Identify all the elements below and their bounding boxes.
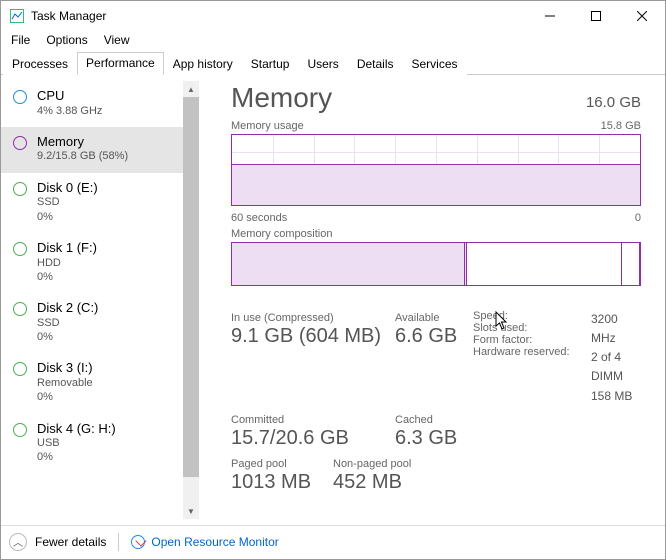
available-value: 6.6 GB xyxy=(395,324,473,348)
menu-file[interactable]: File xyxy=(11,33,30,47)
hwres-label: Hardware reserved: xyxy=(473,346,591,358)
sidebar-item-sub2: 0% xyxy=(37,210,98,224)
usage-label: Memory usage xyxy=(231,120,304,132)
committed-value: 15.7/20.6 GB xyxy=(231,426,395,450)
disk-icon xyxy=(13,423,27,437)
available-label: Available xyxy=(395,312,473,324)
memory-icon xyxy=(13,136,27,150)
sidebar-item-sub: 9.2/15.8 GB (58%) xyxy=(37,149,128,163)
total-memory: 16.0 GB xyxy=(586,94,641,111)
sidebar: CPU 4% 3.88 GHz Memory 9.2/15.8 GB (58%)… xyxy=(1,75,199,525)
sidebar-item-disk1[interactable]: Disk 1 (F:) HDD 0% xyxy=(1,233,183,293)
composition-label: Memory composition xyxy=(231,228,332,240)
sidebar-item-memory[interactable]: Memory 9.2/15.8 GB (58%) xyxy=(1,127,183,173)
menu-view[interactable]: View xyxy=(104,33,130,47)
cpu-icon xyxy=(13,90,27,104)
slots-label: Slots used: xyxy=(473,322,591,334)
tab-performance[interactable]: Performance xyxy=(77,52,164,75)
menu-options[interactable]: Options xyxy=(46,33,87,47)
divider xyxy=(118,533,119,551)
sidebar-item-disk3[interactable]: Disk 3 (I:) Removable 0% xyxy=(1,353,183,413)
chevron-up-icon[interactable]: ︿ xyxy=(9,533,27,551)
tab-app-history[interactable]: App history xyxy=(164,53,242,75)
scroll-thumb[interactable] xyxy=(183,97,199,477)
titlebar: Task Manager xyxy=(1,1,665,31)
scroll-down-icon[interactable]: ▼ xyxy=(183,503,199,519)
tab-services[interactable]: Services xyxy=(403,53,467,75)
window-title: Task Manager xyxy=(31,9,106,23)
sidebar-item-sub: Removable xyxy=(37,376,93,390)
resource-monitor-icon xyxy=(131,535,145,549)
hwres-value: 158 MB xyxy=(591,387,641,406)
sidebar-item-sub: HDD xyxy=(37,256,97,270)
sidebar-item-label: Disk 1 (F:) xyxy=(37,240,97,256)
sidebar-item-sub2: 0% xyxy=(37,450,116,464)
form-label: Form factor: xyxy=(473,334,591,346)
tab-startup[interactable]: Startup xyxy=(242,53,299,75)
inuse-value: 9.1 GB (604 MB) xyxy=(231,324,395,348)
tab-details[interactable]: Details xyxy=(348,53,403,75)
timeline-left: 60 seconds xyxy=(231,212,287,224)
sidebar-scrollbar[interactable]: ▲ ▼ xyxy=(183,81,199,519)
sidebar-item-sub2: 0% xyxy=(37,330,98,344)
inuse-label: In use (Compressed) xyxy=(231,312,395,324)
sidebar-item-sub: SSD xyxy=(37,195,98,209)
sidebar-item-label: Disk 3 (I:) xyxy=(37,360,93,376)
page-title: Memory xyxy=(231,83,332,114)
close-button[interactable] xyxy=(619,1,665,31)
disk-icon xyxy=(13,302,27,316)
footer: ︿ Fewer details Open Resource Monitor xyxy=(1,525,665,557)
tab-processes[interactable]: Processes xyxy=(3,53,77,75)
sidebar-item-sub2: 0% xyxy=(37,390,93,404)
tab-bar: Processes Performance App history Startu… xyxy=(1,51,665,75)
maximize-button[interactable] xyxy=(573,1,619,31)
tab-users[interactable]: Users xyxy=(298,53,347,75)
sidebar-item-label: Disk 0 (E:) xyxy=(37,180,98,196)
form-value: DIMM xyxy=(591,367,641,386)
menubar: File Options View xyxy=(1,31,665,51)
composition-standby xyxy=(467,243,622,285)
fewer-details-button[interactable]: Fewer details xyxy=(35,535,106,549)
usage-max: 15.8 GB xyxy=(601,120,641,132)
sidebar-item-sub: 4% 3.88 GHz xyxy=(37,104,102,118)
timeline-right: 0 xyxy=(635,212,641,224)
nonpaged-label: Non-paged pool xyxy=(333,458,473,470)
sidebar-item-disk2[interactable]: Disk 2 (C:) SSD 0% xyxy=(1,293,183,353)
sidebar-item-sub2: 0% xyxy=(37,270,97,284)
composition-free xyxy=(622,243,640,285)
disk-icon xyxy=(13,182,27,196)
open-resource-monitor-label: Open Resource Monitor xyxy=(151,535,278,549)
committed-label: Committed xyxy=(231,414,395,426)
memory-usage-chart[interactable] xyxy=(231,134,641,206)
open-resource-monitor-link[interactable]: Open Resource Monitor xyxy=(131,535,278,549)
nonpaged-value: 452 MB xyxy=(333,470,473,494)
scroll-up-icon[interactable]: ▲ xyxy=(183,81,199,97)
composition-inuse xyxy=(232,243,465,285)
speed-value: 3200 MHz xyxy=(591,310,641,348)
sidebar-item-label: Disk 4 (G: H:) xyxy=(37,421,116,437)
main-panel: Memory 16.0 GB Memory usage 15.8 GB 60 s… xyxy=(199,75,665,525)
sidebar-item-sub: SSD xyxy=(37,316,98,330)
sidebar-item-label: Memory xyxy=(37,134,128,150)
disk-icon xyxy=(13,362,27,376)
cached-value: 6.3 GB xyxy=(395,426,473,450)
memory-composition-chart[interactable] xyxy=(231,242,641,286)
sidebar-item-label: Disk 2 (C:) xyxy=(37,300,98,316)
sidebar-item-label: CPU xyxy=(37,88,102,104)
cached-label: Cached xyxy=(395,414,473,426)
sidebar-item-sub: USB xyxy=(37,436,116,450)
slots-value: 2 of 4 xyxy=(591,348,641,367)
task-manager-icon xyxy=(9,8,25,24)
speed-label: Speed: xyxy=(473,310,591,322)
minimize-button[interactable] xyxy=(527,1,573,31)
sidebar-item-disk4[interactable]: Disk 4 (G: H:) USB 0% xyxy=(1,414,183,474)
sidebar-item-cpu[interactable]: CPU 4% 3.88 GHz xyxy=(1,81,183,127)
sidebar-item-disk0[interactable]: Disk 0 (E:) SSD 0% xyxy=(1,173,183,233)
disk-icon xyxy=(13,242,27,256)
